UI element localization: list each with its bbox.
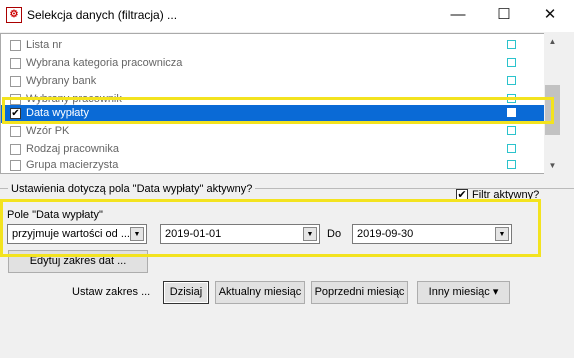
close-button[interactable]: ✕ xyxy=(527,0,573,30)
current-month-button[interactable]: Aktualny miesiąc xyxy=(215,281,305,304)
settings-heading: Ustawienia dotyczą pola "Data wypłaty" a… xyxy=(8,183,256,195)
item-label: Rodzaj pracownika xyxy=(26,143,119,155)
item-marker-icon xyxy=(507,40,516,49)
item-checkbox[interactable] xyxy=(10,76,21,87)
item-label: Wzór PK xyxy=(26,125,70,137)
item-checkbox[interactable] xyxy=(10,126,21,137)
item-marker-icon xyxy=(507,126,516,135)
set-range-label: Ustaw zakres ... xyxy=(72,286,151,298)
list-item[interactable]: Grupa macierzysta xyxy=(1,157,545,173)
item-marker-icon xyxy=(507,160,516,169)
list-item[interactable]: Wzór PK xyxy=(1,123,545,141)
item-marker-icon xyxy=(507,76,516,85)
item-marker-icon xyxy=(507,58,516,67)
highlight-frame-list xyxy=(2,97,554,124)
item-label: Wybrana kategoria pracownicza xyxy=(26,57,183,69)
minimize-button[interactable]: — xyxy=(435,0,481,30)
other-month-button[interactable]: Inny miesiąc ▾ xyxy=(417,281,510,304)
today-button[interactable]: Dzisiaj xyxy=(163,281,209,304)
title-bar: ⚙ Selekcja danych (filtracja) ... — ☐ ✕ xyxy=(0,0,574,32)
item-checkbox[interactable] xyxy=(10,144,21,155)
item-label: Grupa macierzysta xyxy=(26,159,119,171)
app-icon: ⚙ xyxy=(6,7,22,23)
list-item[interactable]: Wybrany bank xyxy=(1,73,545,91)
item-marker-icon xyxy=(507,144,516,153)
item-checkbox[interactable] xyxy=(10,40,21,51)
highlight-frame-settings xyxy=(0,199,541,257)
previous-month-button[interactable]: Poprzedni miesiąc xyxy=(311,281,408,304)
scroll-up-icon[interactable]: ▲ xyxy=(544,33,561,50)
item-checkbox[interactable] xyxy=(10,160,21,171)
list-item[interactable]: Wybrana kategoria pracownicza xyxy=(1,55,545,73)
item-label: Lista nr xyxy=(26,39,63,51)
window-title: Selekcja danych (filtracja) ... xyxy=(27,8,178,22)
item-checkbox[interactable] xyxy=(10,58,21,69)
item-label: Wybrany bank xyxy=(26,75,97,87)
maximize-button[interactable]: ☐ xyxy=(481,0,527,30)
list-item[interactable]: Lista nr xyxy=(1,37,545,55)
scroll-down-icon[interactable]: ▼ xyxy=(544,157,561,174)
